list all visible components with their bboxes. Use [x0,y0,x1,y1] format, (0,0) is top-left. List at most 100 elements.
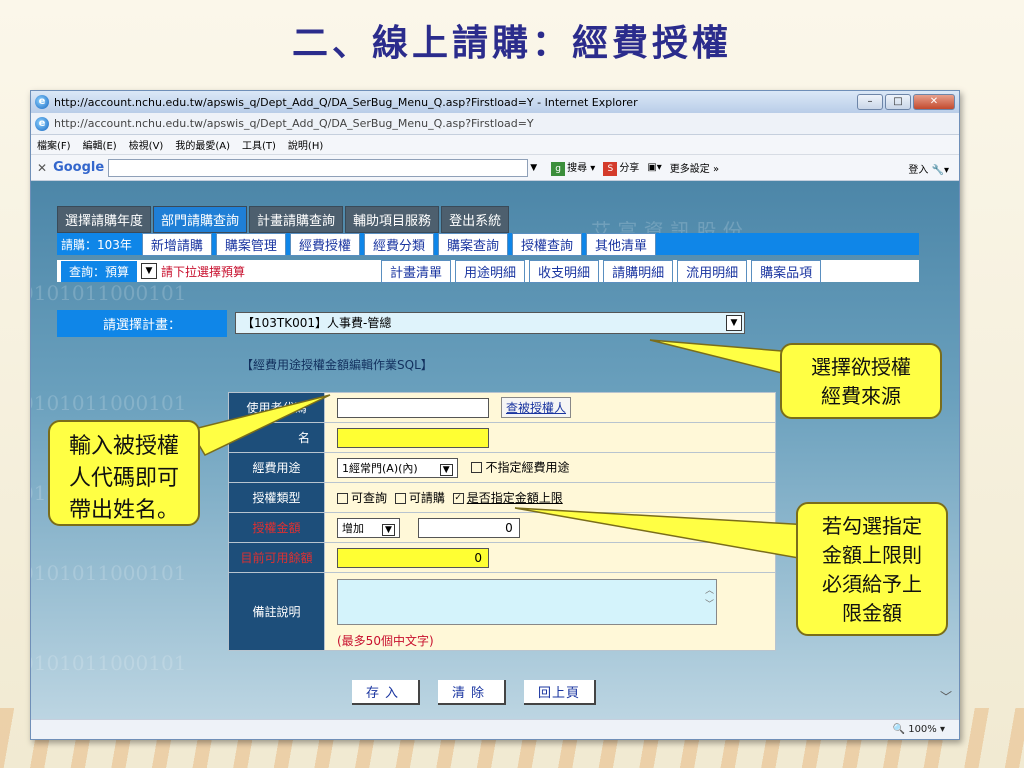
purpose-label: 經費用途 [228,452,325,483]
unspecified-purpose-checkbox[interactable] [471,462,483,473]
chevron-down-icon: ▼ [439,463,453,476]
note-textarea[interactable]: ︿ ﹀ [337,578,717,625]
source-callout: 選擇欲授權 經費來源 [780,343,942,419]
plan-list-button[interactable]: 計畫清單 [381,259,452,283]
top-nav: 選擇請購年度 部門請購查詢 計畫請購查詢 輔助項目服務 登出系統 [57,206,510,233]
chevron-down-icon[interactable]: ▼ [726,315,742,331]
clear-button[interactable]: 清除 [438,680,507,705]
share-icon: S [603,162,618,176]
menu-item-edit[interactable]: 編輯(E) [83,137,117,152]
google-logo: Google [53,160,105,175]
user-code-input[interactable] [337,398,489,419]
title-bar: e http://account.nchu.edu.tw/apswis_q/De… [31,91,959,113]
auth-type-label: 授權類型 [228,482,325,513]
unspecified-purpose-label: 不指定經費用途 [485,460,570,474]
menu-item-tools[interactable]: 工具(T) [242,137,276,152]
name-label: 名 [228,422,325,453]
auth-amount-label: 授權金額 [228,512,325,543]
google-search-input[interactable] [108,158,529,177]
google-search-button[interactable]: g 搜尋 ▾ [551,159,595,176]
tab-logout[interactable]: 登出系統 [441,206,510,233]
auth-query-button[interactable]: 授權查詢 [511,232,582,256]
form-actions: 存入 清除 回上頁 [352,680,597,705]
maximize-button[interactable]: □ [885,94,911,110]
note-label: 備註說明 [228,572,325,651]
form-legend: 【經費用途授權金額編輯作業SQL】 [241,358,433,372]
budget-hint: 請下拉選擇預算 [161,264,246,279]
other-list-button[interactable]: 其他清單 [586,232,657,256]
tab-aux-service[interactable]: 輔助項目服務 [345,206,440,233]
scroll-arrows-icon: ︿ ﹀ [704,585,714,610]
close-button[interactable]: ✕ [913,94,955,110]
wrench-icon: 🔧 [931,165,944,176]
plan-select[interactable]: 【103TK001】人事費-管總 ▼ [235,312,745,334]
address-url[interactable]: http://account.nchu.edu.tw/apswis_q/Dept… [54,117,534,130]
menu-item-favorites[interactable]: 我的最愛(A) [175,137,230,152]
budget-dropdown-icon[interactable]: ▼ [141,263,158,279]
purchase-toolbar: 請購：103年 新增請購 購案管理 經費授權 經費分類 購案查詢 授權查詢 其他… [57,232,919,256]
background-binary-text: 0101011000101 [31,281,187,305]
menu-item-help[interactable]: 說明(H) [288,137,323,152]
scroll-down-icon[interactable]: ﹀ [940,688,1014,705]
fund-category-button[interactable]: 經費分類 [363,232,434,256]
tab-dept-query[interactable]: 部門請購查詢 [153,206,248,233]
plan-select-row: 請選擇計畫： 【103TK001】人事費-管總 ▼ [57,309,919,337]
tab-select-year[interactable]: 選擇請購年度 [57,206,152,233]
authorization-form: 使用者代碼 查被授權人 名 經費用途 1經常門(A)(內) ▼ 不指定經費用途 授… [228,392,776,651]
transfer-detail-button[interactable]: 流用明細 [677,259,748,283]
chevron-down-icon: ▼ [382,523,395,536]
fund-authorization-button[interactable]: 經費授權 [289,232,360,256]
background-binary-text: 0101011000101 [31,561,187,585]
ie-icon: e [35,116,49,131]
zoom-level[interactable]: 100% [908,724,937,735]
status-bar: 🔍 100% ▾ [31,719,959,739]
login-link[interactable]: 登入 🔧▾ [908,161,949,176]
back-button[interactable]: 回上頁 [524,680,597,705]
page-icon[interactable]: ▣▾ [647,162,661,173]
background-binary-text: 0101011000101 [31,651,187,675]
plan-select-value: 【103TK001】人事費-管總 [242,316,392,330]
save-button[interactable]: 存入 [352,680,421,705]
purpose-select[interactable]: 1經常門(A)(內) ▼ [337,457,458,478]
zoom-icon: 🔍 [892,724,906,735]
name-field [337,427,489,448]
can-request-checkbox[interactable] [394,493,406,504]
menu-item-file[interactable]: 檔案(F) [37,137,71,152]
request-detail-button[interactable]: 請購明細 [603,259,674,283]
auth-amount-input[interactable]: 0 [417,517,520,538]
case-items-button[interactable]: 購案品項 [751,259,822,283]
case-management-button[interactable]: 購案管理 [215,232,286,256]
menu-item-view[interactable]: 檢視(V) [129,137,164,152]
slide-title: 二、線上請購：經費授權 [291,22,732,64]
more-settings-link[interactable]: 更多設定 » [670,160,719,175]
ie-icon: e [35,95,49,109]
income-expense-button[interactable]: 收支明細 [529,259,600,283]
google-tools: g 搜尋 ▾ S 分享 ▣▾ 更多設定 » [551,159,719,176]
close-toolbar-icon[interactable]: ✕ [37,161,47,175]
share-button[interactable]: S 分享 [603,159,639,176]
purchase-year-label: 請購：103年 [61,237,132,252]
usage-detail-button[interactable]: 用途明細 [455,259,526,283]
user-code-label: 使用者代碼 [228,392,325,423]
user-callout: 輸入被授權 人代碼即可 帶出姓名。 [48,420,200,526]
find-authorized-link[interactable]: 查被授權人 [501,396,572,418]
address-bar[interactable]: e http://account.nchu.edu.tw/apswis_q/De… [31,113,959,135]
window-controls: – □ ✕ [857,94,959,110]
search-dropdown-icon[interactable]: ▼ [530,163,537,173]
tab-plan-query[interactable]: 計畫請購查詢 [249,206,344,233]
menu-bar: 檔案(F) 編輯(E) 檢視(V) 我的最愛(A) 工具(T) 說明(H) [31,135,959,155]
can-query-checkbox[interactable] [337,493,348,504]
add-request-button[interactable]: 新增請購 [141,232,212,256]
case-query-button[interactable]: 購案查詢 [437,232,508,256]
limit-amount-checkbox[interactable]: ✓ [452,493,464,504]
window-title: http://account.nchu.edu.tw/apswis_q/Dept… [54,95,638,109]
google-toolbar: ✕ Google ▼ g 搜尋 ▾ S 分享 ▣▾ 更多設定 » 登入 🔧▾ [31,155,959,181]
amount-mode-select[interactable]: 增加 ▼ [337,517,400,538]
minimize-button[interactable]: – [857,94,883,110]
budget-query-label: 查詢：預算 [61,260,138,282]
search-icon: g [551,162,566,176]
balance-label: 目前可用餘額 [228,542,325,573]
note-hint: (最多50個中文字) [337,633,434,648]
limit-callout: 若勾選指定 金額上限則 必須給予上 限金額 [796,502,948,636]
balance-field: 0 [337,547,489,568]
